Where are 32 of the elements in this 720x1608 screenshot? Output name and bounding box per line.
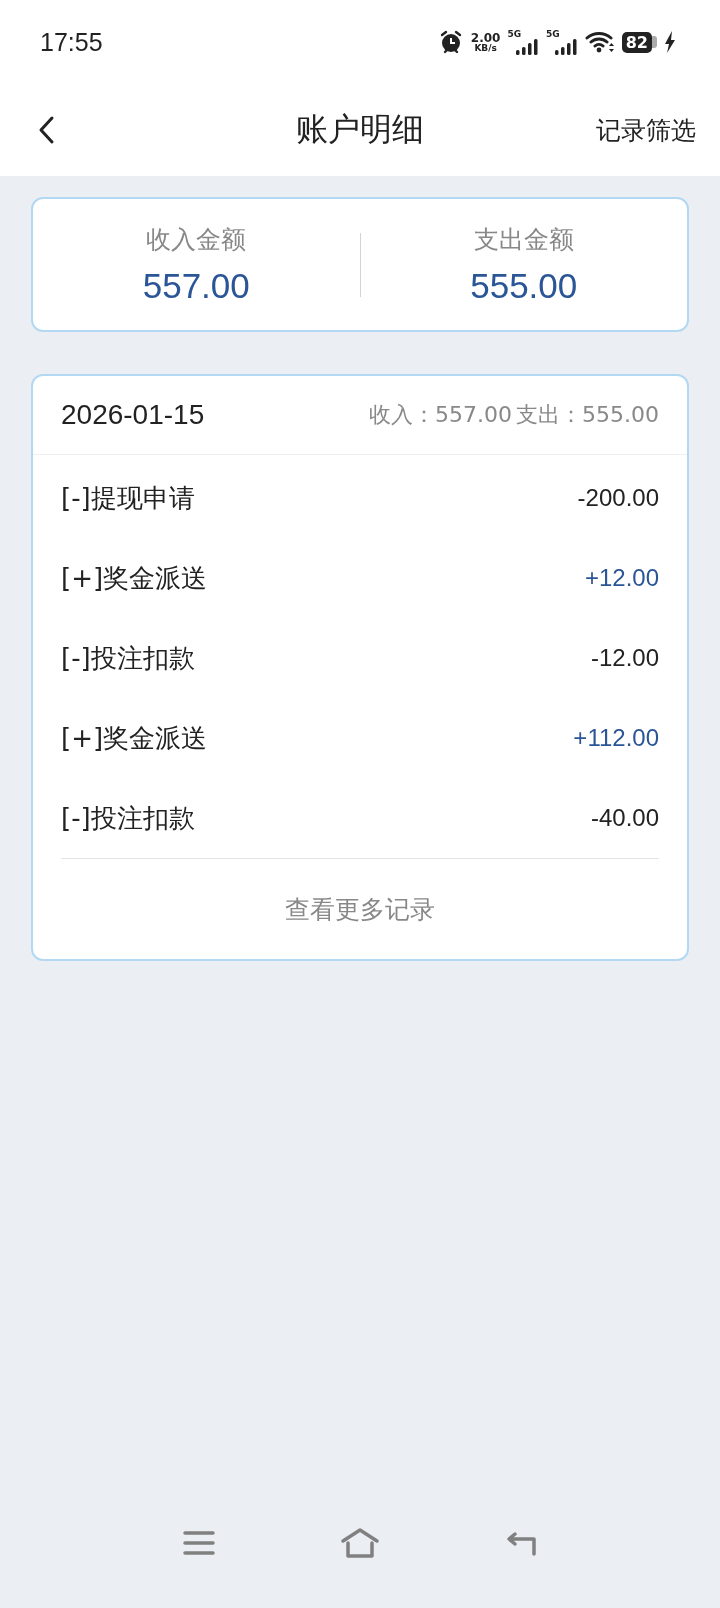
income-total: 收入：557.00 — [369, 401, 512, 429]
record-label: [-]提现申请 — [61, 481, 195, 515]
summary-amount: 555.00 — [470, 266, 578, 306]
expense-total: 支出：555.00 — [516, 401, 659, 429]
page-title: 账户明细 — [296, 109, 424, 150]
record-label: [-]投注扣款 — [61, 801, 195, 835]
summary-amount: 557.00 — [142, 266, 250, 306]
charging-icon — [664, 31, 676, 53]
home-icon[interactable] — [340, 1527, 380, 1559]
view-more-link[interactable]: 查看更多记录 — [285, 892, 435, 926]
filter-link[interactable]: 记录筛选 — [596, 113, 696, 147]
record-amount: -200.00 — [577, 484, 659, 512]
back-icon[interactable] — [504, 1530, 538, 1556]
network-type: 5G — [546, 29, 560, 39]
record-amount: +12.00 — [584, 564, 659, 592]
signal-icon — [553, 39, 578, 55]
status-time: 17:55 — [40, 27, 103, 57]
record-label: [+]奖金派送 — [61, 721, 208, 755]
record-amount: +112.00 — [573, 724, 659, 752]
record-label: [+]奖金派送 — [61, 561, 208, 595]
network-speed: 2.00 — [470, 31, 501, 44]
network-type: 5G — [507, 29, 522, 39]
record-label: [-]投注扣款 — [61, 641, 195, 675]
speed-unit: KB/s — [474, 43, 497, 53]
wifi-icon — [584, 30, 615, 54]
record-amount: -40.00 — [590, 804, 659, 832]
signal-icon — [515, 39, 540, 55]
menu-icon[interactable] — [182, 1530, 216, 1556]
summary-label: 收入金额 — [146, 224, 247, 256]
summary-label: 支出金额 — [473, 224, 574, 256]
record-date: 2026-01-15 — [61, 399, 205, 431]
record-amount: -12.00 — [590, 644, 659, 672]
